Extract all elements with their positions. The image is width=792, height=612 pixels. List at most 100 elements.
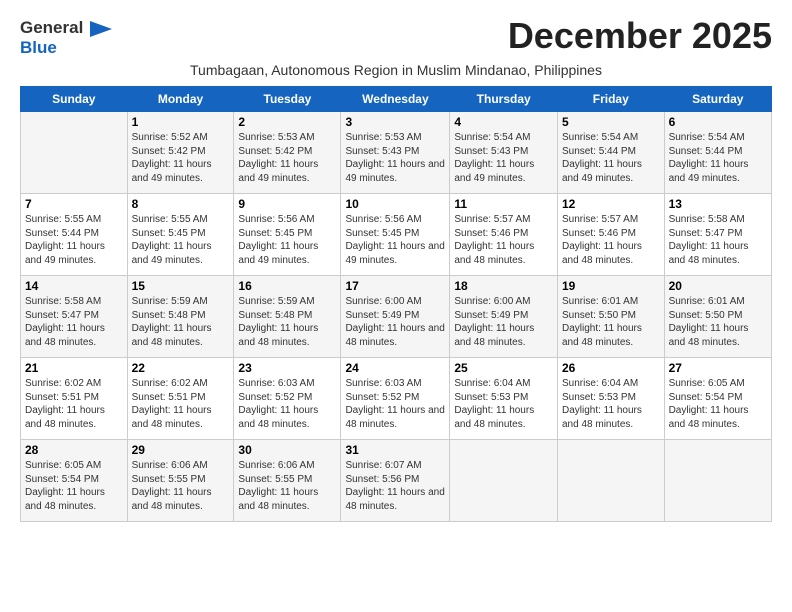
calendar-cell: [558, 440, 665, 522]
day-info: Sunrise: 6:07 AM Sunset: 5:56 PM Dayligh…: [345, 459, 445, 513]
day-info: Sunrise: 6:01 AM Sunset: 5:50 PM Dayligh…: [562, 295, 660, 349]
day-info: Sunrise: 5:58 AM Sunset: 5:47 PM Dayligh…: [25, 295, 123, 349]
day-info: Sunrise: 5:56 AM Sunset: 5:45 PM Dayligh…: [345, 213, 445, 267]
day-info: Sunrise: 6:02 AM Sunset: 5:51 PM Dayligh…: [132, 377, 230, 431]
day-info: Sunrise: 6:05 AM Sunset: 5:54 PM Dayligh…: [669, 377, 767, 431]
calendar-week-4: 21Sunrise: 6:02 AM Sunset: 5:51 PM Dayli…: [21, 358, 772, 440]
day-info: Sunrise: 6:00 AM Sunset: 5:49 PM Dayligh…: [454, 295, 553, 349]
calendar-cell: 20 Sunrise: 6:01 AM Sunset: 5:50 PM Dayli…: [664, 276, 771, 358]
calendar-cell: 23Sunrise: 6:03 AM Sunset: 5:52 PM Dayli…: [234, 358, 341, 440]
logo-general: General: [20, 18, 112, 38]
weekday-monday: Monday: [127, 87, 234, 112]
day-number: 16: [238, 279, 336, 293]
day-number: 18: [454, 279, 553, 293]
day-info: Sunrise: 5:57 AM Sunset: 5:46 PM Dayligh…: [454, 213, 553, 267]
calendar-cell: 29Sunrise: 6:06 AM Sunset: 5:55 PM Dayli…: [127, 440, 234, 522]
day-number: 20: [669, 279, 767, 293]
day-info: Sunrise: 5:58 AM Sunset: 5:47 PM Dayligh…: [669, 213, 767, 267]
day-number: 13: [669, 197, 767, 211]
day-number: 31: [345, 443, 445, 457]
day-number: 6: [669, 115, 767, 129]
day-number: 28: [25, 443, 123, 457]
day-number: 22: [132, 361, 230, 375]
day-info: Sunrise: 5:59 AM Sunset: 5:48 PM Dayligh…: [132, 295, 230, 349]
logo-flag-icon: [90, 21, 112, 37]
logo: General Blue: [20, 18, 112, 58]
page: General Blue December 2025 Tumbagaan, Au…: [0, 0, 792, 532]
calendar-cell: 26Sunrise: 6:04 AM Sunset: 5:53 PM Dayli…: [558, 358, 665, 440]
calendar-cell: 7Sunrise: 5:55 AM Sunset: 5:44 PM Daylig…: [21, 194, 128, 276]
calendar-cell: 15 Sunrise: 5:59 AM Sunset: 5:48 PM Dayli…: [127, 276, 234, 358]
weekday-wednesday: Wednesday: [341, 87, 450, 112]
day-info: Sunrise: 6:04 AM Sunset: 5:53 PM Dayligh…: [562, 377, 660, 431]
calendar-cell: 19Sunrise: 6:01 AM Sunset: 5:50 PM Dayli…: [558, 276, 665, 358]
calendar-table: SundayMondayTuesdayWednesdayThursdayFrid…: [20, 86, 772, 522]
calendar-cell: [664, 440, 771, 522]
calendar-cell: 24 Sunrise: 6:03 AM Sunset: 5:52 PM Dayli…: [341, 358, 450, 440]
logo-blue: Blue: [20, 38, 57, 58]
calendar-cell: 10 Sunrise: 5:56 AM Sunset: 5:45 PM Dayli…: [341, 194, 450, 276]
day-info: Sunrise: 5:59 AM Sunset: 5:48 PM Dayligh…: [238, 295, 336, 349]
calendar-cell: 22 Sunrise: 6:02 AM Sunset: 5:51 PM Dayli…: [127, 358, 234, 440]
calendar-cell: 17Sunrise: 6:00 AM Sunset: 5:49 PM Dayli…: [341, 276, 450, 358]
calendar-cell: 13 Sunrise: 5:58 AM Sunset: 5:47 PM Dayli…: [664, 194, 771, 276]
day-number: 15: [132, 279, 230, 293]
day-number: 14: [25, 279, 123, 293]
day-number: 4: [454, 115, 553, 129]
day-info: Sunrise: 6:03 AM Sunset: 5:52 PM Dayligh…: [345, 377, 445, 431]
day-info: Sunrise: 5:53 AM Sunset: 5:42 PM Dayligh…: [238, 131, 336, 185]
calendar-cell: 1Sunrise: 5:52 AM Sunset: 5:42 PM Daylig…: [127, 112, 234, 194]
weekday-friday: Friday: [558, 87, 665, 112]
weekday-thursday: Thursday: [450, 87, 558, 112]
calendar-week-3: 14 Sunrise: 5:58 AM Sunset: 5:47 PM Dayli…: [21, 276, 772, 358]
calendar-cell: 11 Sunrise: 5:57 AM Sunset: 5:46 PM Dayli…: [450, 194, 558, 276]
day-info: Sunrise: 6:06 AM Sunset: 5:55 PM Dayligh…: [132, 459, 230, 513]
day-number: 5: [562, 115, 660, 129]
calendar-cell: [21, 112, 128, 194]
calendar-cell: 21Sunrise: 6:02 AM Sunset: 5:51 PM Dayli…: [21, 358, 128, 440]
day-number: 30: [238, 443, 336, 457]
calendar-cell: 6 Sunrise: 5:54 AM Sunset: 5:44 PM Daylig…: [664, 112, 771, 194]
calendar-cell: [450, 440, 558, 522]
day-info: Sunrise: 5:54 AM Sunset: 5:44 PM Dayligh…: [669, 131, 767, 185]
calendar-cell: 5 Sunrise: 5:54 AM Sunset: 5:44 PM Daylig…: [558, 112, 665, 194]
day-number: 9: [238, 197, 336, 211]
calendar-cell: 2 Sunrise: 5:53 AM Sunset: 5:42 PM Daylig…: [234, 112, 341, 194]
day-info: Sunrise: 5:55 AM Sunset: 5:45 PM Dayligh…: [132, 213, 230, 267]
day-info: Sunrise: 6:04 AM Sunset: 5:53 PM Dayligh…: [454, 377, 553, 431]
header: General Blue December 2025: [20, 18, 772, 58]
day-info: Sunrise: 5:54 AM Sunset: 5:44 PM Dayligh…: [562, 131, 660, 185]
weekday-header-row: SundayMondayTuesdayWednesdayThursdayFrid…: [21, 87, 772, 112]
day-number: 10: [345, 197, 445, 211]
calendar-cell: 12 Sunrise: 5:57 AM Sunset: 5:46 PM Dayli…: [558, 194, 665, 276]
subtitle: Tumbagaan, Autonomous Region in Muslim M…: [20, 62, 772, 78]
calendar-cell: 25 Sunrise: 6:04 AM Sunset: 5:53 PM Dayli…: [450, 358, 558, 440]
day-info: Sunrise: 6:00 AM Sunset: 5:49 PM Dayligh…: [345, 295, 445, 349]
day-info: Sunrise: 5:56 AM Sunset: 5:45 PM Dayligh…: [238, 213, 336, 267]
day-info: Sunrise: 5:57 AM Sunset: 5:46 PM Dayligh…: [562, 213, 660, 267]
day-info: Sunrise: 5:55 AM Sunset: 5:44 PM Dayligh…: [25, 213, 123, 267]
calendar-cell: 16 Sunrise: 5:59 AM Sunset: 5:48 PM Dayli…: [234, 276, 341, 358]
day-number: 24: [345, 361, 445, 375]
day-number: 12: [562, 197, 660, 211]
day-number: 1: [132, 115, 230, 129]
day-number: 25: [454, 361, 553, 375]
calendar-cell: 9 Sunrise: 5:56 AM Sunset: 5:45 PM Daylig…: [234, 194, 341, 276]
day-number: 11: [454, 197, 553, 211]
calendar-week-1: 1Sunrise: 5:52 AM Sunset: 5:42 PM Daylig…: [21, 112, 772, 194]
day-number: 3: [345, 115, 445, 129]
day-info: Sunrise: 6:03 AM Sunset: 5:52 PM Dayligh…: [238, 377, 336, 431]
weekday-sunday: Sunday: [21, 87, 128, 112]
weekday-saturday: Saturday: [664, 87, 771, 112]
calendar-cell: 31 Sunrise: 6:07 AM Sunset: 5:56 PM Dayli…: [341, 440, 450, 522]
calendar-cell: 30 Sunrise: 6:06 AM Sunset: 5:55 PM Dayli…: [234, 440, 341, 522]
day-info: Sunrise: 6:01 AM Sunset: 5:50 PM Dayligh…: [669, 295, 767, 349]
calendar-cell: 28Sunrise: 6:05 AM Sunset: 5:54 PM Dayli…: [21, 440, 128, 522]
calendar-cell: 4Sunrise: 5:54 AM Sunset: 5:43 PM Daylig…: [450, 112, 558, 194]
calendar-cell: 8Sunrise: 5:55 AM Sunset: 5:45 PM Daylig…: [127, 194, 234, 276]
day-info: Sunrise: 6:06 AM Sunset: 5:55 PM Dayligh…: [238, 459, 336, 513]
month-title: December 2025: [508, 18, 772, 54]
day-info: Sunrise: 6:02 AM Sunset: 5:51 PM Dayligh…: [25, 377, 123, 431]
day-number: 2: [238, 115, 336, 129]
day-number: 27: [669, 361, 767, 375]
